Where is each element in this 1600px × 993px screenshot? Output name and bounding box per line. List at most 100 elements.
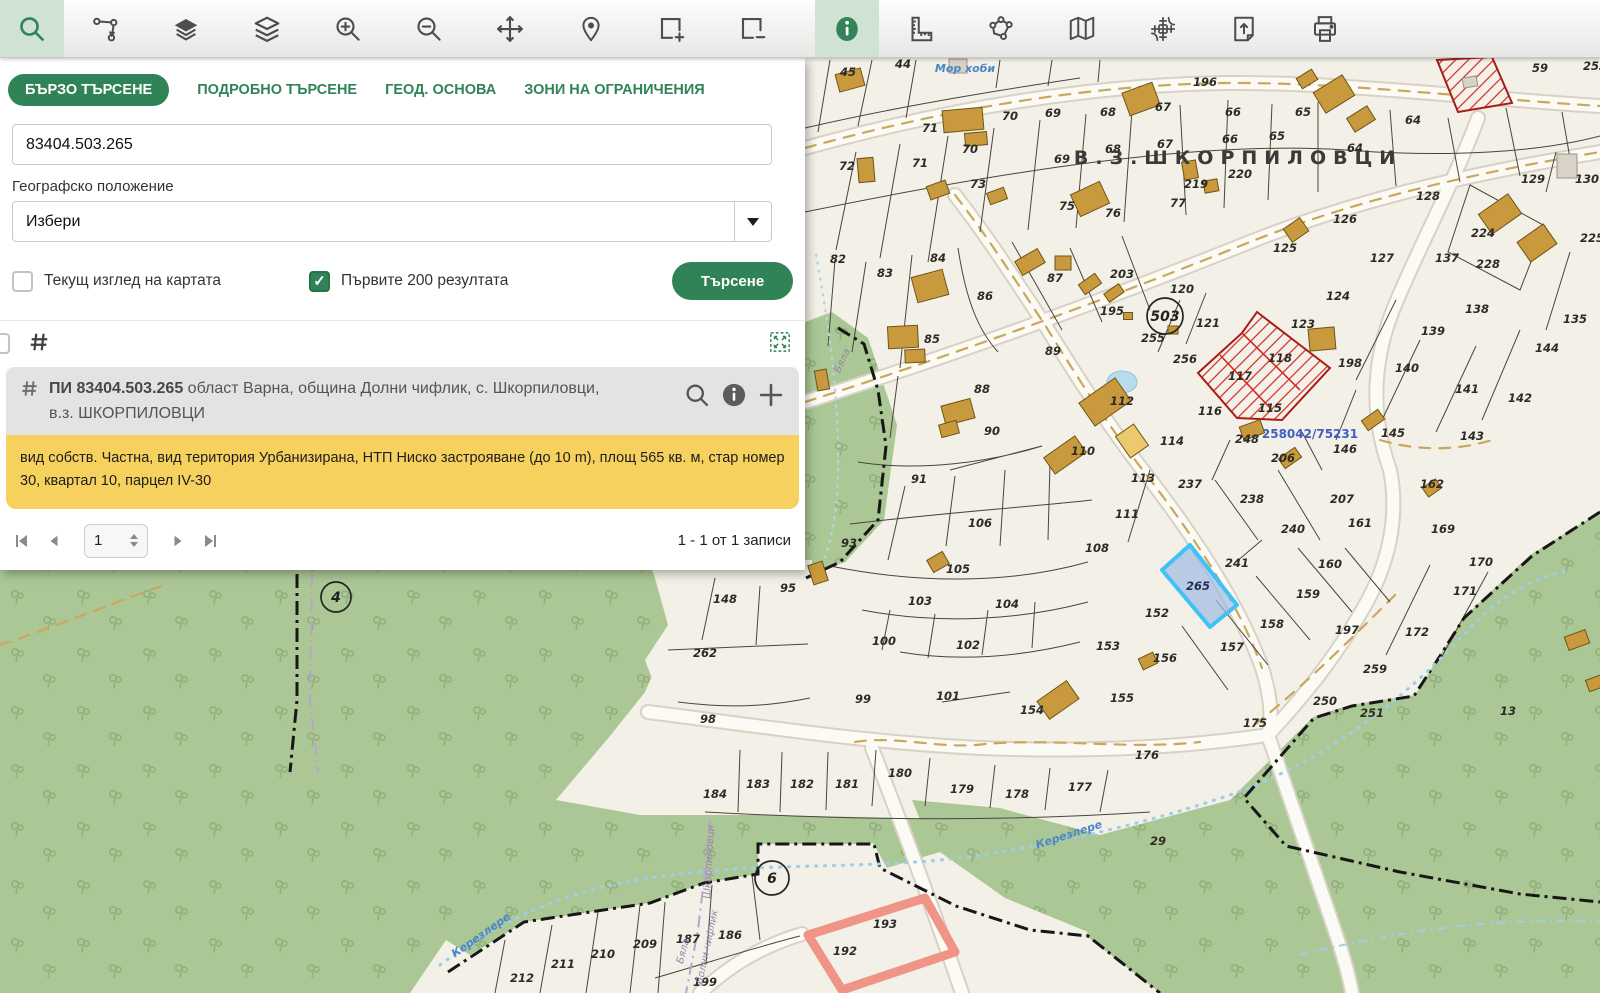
svg-text:211: 211: [551, 957, 575, 971]
tab-geodetic-basis[interactable]: ГЕОД. ОСНОВА: [385, 82, 496, 98]
svg-text:210: 210: [591, 947, 615, 961]
svg-text:160: 160: [1318, 557, 1342, 571]
svg-text:240: 240: [1281, 522, 1305, 536]
pagination-summary: 1 - 1 от 1 записи: [678, 532, 791, 549]
svg-text:127: 127: [1370, 251, 1394, 265]
svg-text:212: 212: [510, 971, 534, 985]
svg-text:129: 129: [1521, 172, 1545, 186]
zoom-in-icon: [333, 14, 363, 44]
pan-tool-button[interactable]: [469, 0, 550, 57]
svg-text:225: 225: [1580, 231, 1600, 245]
tab-restriction-zones[interactable]: ЗОНИ НА ОГРАНИЧЕНИЯ: [524, 82, 705, 98]
svg-text:148: 148: [713, 592, 737, 606]
result-text: ПИ 83404.503.265 област Варна, община До…: [49, 377, 604, 427]
tab-quick-search[interactable]: БЪРЗО ТЪРСЕНЕ: [8, 74, 169, 106]
svg-text:75: 75: [1059, 199, 1075, 213]
search-tool-button[interactable]: [0, 0, 64, 57]
tab-detailed-search[interactable]: ПОДРОБНО ТЪРСЕНЕ: [197, 82, 357, 98]
svg-text:143: 143: [1460, 429, 1484, 443]
export-tool-button[interactable]: [1203, 0, 1284, 57]
layers-outline-icon: [252, 14, 282, 44]
svg-text:76: 76: [1105, 206, 1121, 220]
svg-text:59: 59: [1532, 61, 1548, 75]
first-200-label: Първите 200 резултата: [341, 272, 508, 290]
svg-text:69: 69: [1054, 152, 1070, 166]
measure-area-tool-button[interactable]: [960, 0, 1041, 57]
svg-text:88: 88: [974, 382, 990, 396]
result-row[interactable]: ПИ 83404.503.265 област Варна, община До…: [6, 367, 799, 435]
svg-text:89: 89: [1045, 344, 1061, 358]
svg-text:44: 44: [894, 57, 911, 71]
current-view-label: Текущ изглед на картата: [44, 272, 221, 290]
result-info-icon[interactable]: [720, 381, 748, 414]
page-number-value: 1: [94, 532, 102, 549]
page-number-input[interactable]: 1: [84, 524, 148, 558]
svg-text:251: 251: [1360, 706, 1384, 720]
first-200-checkbox[interactable]: [309, 271, 330, 292]
ruler-icon: [905, 14, 935, 44]
select-all-checkbox[interactable]: [0, 333, 10, 354]
svg-text:193: 193: [873, 917, 897, 931]
print-tool-button[interactable]: [1284, 0, 1365, 57]
svg-text:70: 70: [1002, 109, 1018, 123]
current-view-checkbox[interactable]: [12, 271, 33, 292]
polygon-area-icon: [986, 14, 1016, 44]
zoom-to-results-icon[interactable]: [769, 331, 791, 358]
svg-text:86: 86: [977, 289, 993, 303]
svg-text:198: 198: [1338, 356, 1362, 370]
page-spinner[interactable]: [130, 534, 138, 547]
svg-text:144: 144: [1535, 341, 1559, 355]
svg-text:139: 139: [1421, 324, 1445, 338]
svg-text:90: 90: [984, 424, 1000, 438]
layers-tool-button[interactable]: [145, 0, 226, 57]
svg-text:120: 120: [1170, 282, 1194, 296]
search-button[interactable]: Търсене: [672, 262, 793, 300]
svg-text:503: 503: [1150, 309, 1179, 325]
svg-text:154: 154: [1020, 703, 1044, 717]
add-selection-tool-button[interactable]: [631, 0, 712, 57]
map-sheets-tool-button[interactable]: [1041, 0, 1122, 57]
svg-text:179: 179: [950, 782, 974, 796]
svg-text:175: 175: [1243, 716, 1267, 730]
svg-text:171: 171: [1453, 584, 1477, 598]
svg-text:228: 228: [1476, 257, 1500, 271]
svg-text:Мор хоби: Мор хоби: [935, 62, 996, 75]
rect-plus-icon: [657, 14, 687, 44]
svg-text:219: 219: [1184, 177, 1208, 191]
svg-text:102: 102: [956, 638, 980, 652]
svg-text:45: 45: [839, 65, 856, 79]
svg-text:170: 170: [1469, 555, 1493, 569]
search-input[interactable]: [12, 124, 772, 165]
svg-text:126: 126: [1333, 212, 1357, 226]
last-page-button[interactable]: [202, 533, 218, 549]
svg-text:262: 262: [693, 646, 717, 660]
first-page-button[interactable]: [14, 533, 30, 549]
svg-text:237: 237: [1178, 477, 1202, 491]
svg-text:155: 155: [1110, 691, 1134, 705]
svg-text:116: 116: [1198, 404, 1222, 418]
result-zoom-icon[interactable]: [683, 381, 711, 414]
svg-text:114: 114: [1160, 434, 1184, 448]
geo-position-select[interactable]: Избери: [12, 201, 772, 242]
svg-text:146: 146: [1333, 442, 1357, 456]
layers-stack-tool-button[interactable]: [226, 0, 307, 57]
svg-text:111: 111: [1115, 507, 1139, 521]
prev-page-button[interactable]: [47, 534, 61, 548]
svg-text:100: 100: [872, 634, 896, 648]
svg-text:137: 137: [1435, 251, 1459, 265]
result-details: вид собств. Частна, вид територия Урбани…: [6, 435, 799, 509]
svg-text:128: 128: [1416, 189, 1440, 203]
svg-text:104: 104: [995, 597, 1019, 611]
select-arrow-button[interactable]: [734, 202, 771, 241]
remove-selection-tool-button[interactable]: [712, 0, 793, 57]
result-add-icon[interactable]: [757, 381, 785, 414]
zoom-out-tool-button[interactable]: [388, 0, 469, 57]
zoom-in-tool-button[interactable]: [307, 0, 388, 57]
route-tool-button[interactable]: [64, 0, 145, 57]
coordinate-grid-tool-button[interactable]: [1122, 0, 1203, 57]
next-page-button[interactable]: [171, 534, 185, 548]
svg-text:177: 177: [1068, 780, 1092, 794]
info-tool-button[interactable]: [815, 0, 879, 57]
locate-tool-button[interactable]: [550, 0, 631, 57]
measure-length-tool-button[interactable]: [879, 0, 960, 57]
